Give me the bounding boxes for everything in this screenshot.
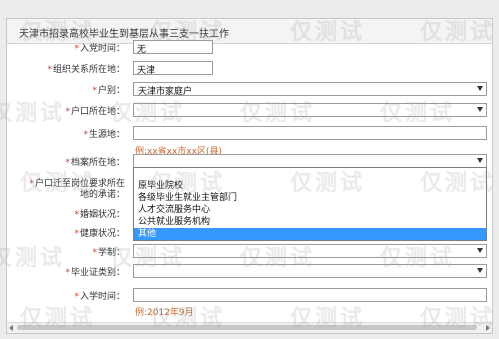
party-time-input[interactable]: 无 bbox=[133, 40, 213, 55]
scroll-thumb[interactable] bbox=[17, 325, 477, 330]
label-enrollment-time: *入学时间： bbox=[74, 292, 125, 302]
dropdown-option[interactable]: 公共就业服务机构 bbox=[134, 216, 486, 228]
form-row-origin: *生源地： bbox=[7, 125, 492, 141]
form-row-diploma-type: *毕业证类别： bbox=[7, 263, 492, 279]
archive-location-select[interactable] bbox=[133, 154, 487, 168]
scroll-left-arrow-icon[interactable] bbox=[9, 325, 13, 331]
form-row-org-location: *组织关系所在地： 天津 bbox=[7, 60, 492, 76]
label-org-location: *组织关系所在地： bbox=[47, 65, 125, 75]
household-type-value: 天津市家庭户 bbox=[138, 87, 193, 97]
window-title: 天津市招录高校毕业生到基层从事三支一扶工作 bbox=[19, 29, 229, 40]
form-row-hukou-location: *户口所在地： bbox=[7, 102, 492, 118]
label-health-status: *健康状况： bbox=[74, 229, 125, 239]
dropdown-option[interactable]: 人才交流服务中心 bbox=[134, 204, 486, 216]
label-marital-status: *婚姻状况： bbox=[74, 210, 125, 220]
org-location-input[interactable]: 天津 bbox=[133, 61, 213, 76]
diploma-type-select[interactable] bbox=[133, 264, 487, 278]
dropdown-arrow-icon bbox=[477, 248, 483, 253]
dropdown-option[interactable]: 原毕业院校 bbox=[134, 180, 486, 192]
dropdown-arrow-icon bbox=[477, 268, 483, 273]
form-row-party-time: *入党时间： 无 bbox=[7, 39, 492, 55]
label-archive-location: *档案所在地： bbox=[65, 158, 125, 168]
horizontal-scrollbar[interactable] bbox=[7, 322, 492, 333]
form-window: 天津市招录高校毕业生到基层从事三支一扶工作 *入党时间： 无 *组织关系所在地：… bbox=[6, 18, 493, 334]
dropdown-arrow-icon bbox=[477, 86, 483, 91]
dropdown-option-blank[interactable] bbox=[134, 168, 486, 180]
scroll-right-arrow-icon[interactable] bbox=[486, 325, 490, 331]
dropdown-arrow-icon bbox=[477, 107, 483, 112]
enrollment-hint: 例:2012年9月 bbox=[135, 308, 194, 318]
household-type-select[interactable]: 天津市家庭户 bbox=[133, 82, 487, 97]
label-diploma-type: *毕业证类别： bbox=[65, 268, 125, 278]
label-hukou-commitment: *户口迁至岗位要求所在地的承诺： bbox=[29, 179, 125, 200]
label-school-system: *学制： bbox=[92, 248, 125, 258]
form-row-school-system: *学制： bbox=[7, 243, 492, 259]
archive-location-dropdown: 原毕业院校 各级毕业生就业主管部门 人才交流服务中心 公共就业服务机构 其他 bbox=[133, 167, 487, 241]
form-row-enrollment-time: *入学时间： bbox=[7, 287, 492, 303]
label-hukou-location: *户口所在地： bbox=[65, 107, 125, 117]
dropdown-arrow-icon bbox=[477, 158, 483, 163]
school-system-select[interactable] bbox=[133, 244, 487, 258]
form-row-household-type: *户别： 天津市家庭户 bbox=[7, 81, 492, 97]
enrollment-time-input[interactable] bbox=[133, 288, 487, 302]
label-household-type: *户别： bbox=[92, 86, 125, 96]
origin-input[interactable] bbox=[133, 126, 487, 140]
hukou-location-select[interactable] bbox=[133, 103, 487, 117]
dropdown-option-selected[interactable]: 其他 bbox=[134, 228, 486, 240]
dropdown-option[interactable]: 各级毕业生就业主管部门 bbox=[134, 192, 486, 204]
label-origin: *生源地： bbox=[83, 130, 125, 140]
label-party-time: *入党时间： bbox=[74, 44, 125, 54]
